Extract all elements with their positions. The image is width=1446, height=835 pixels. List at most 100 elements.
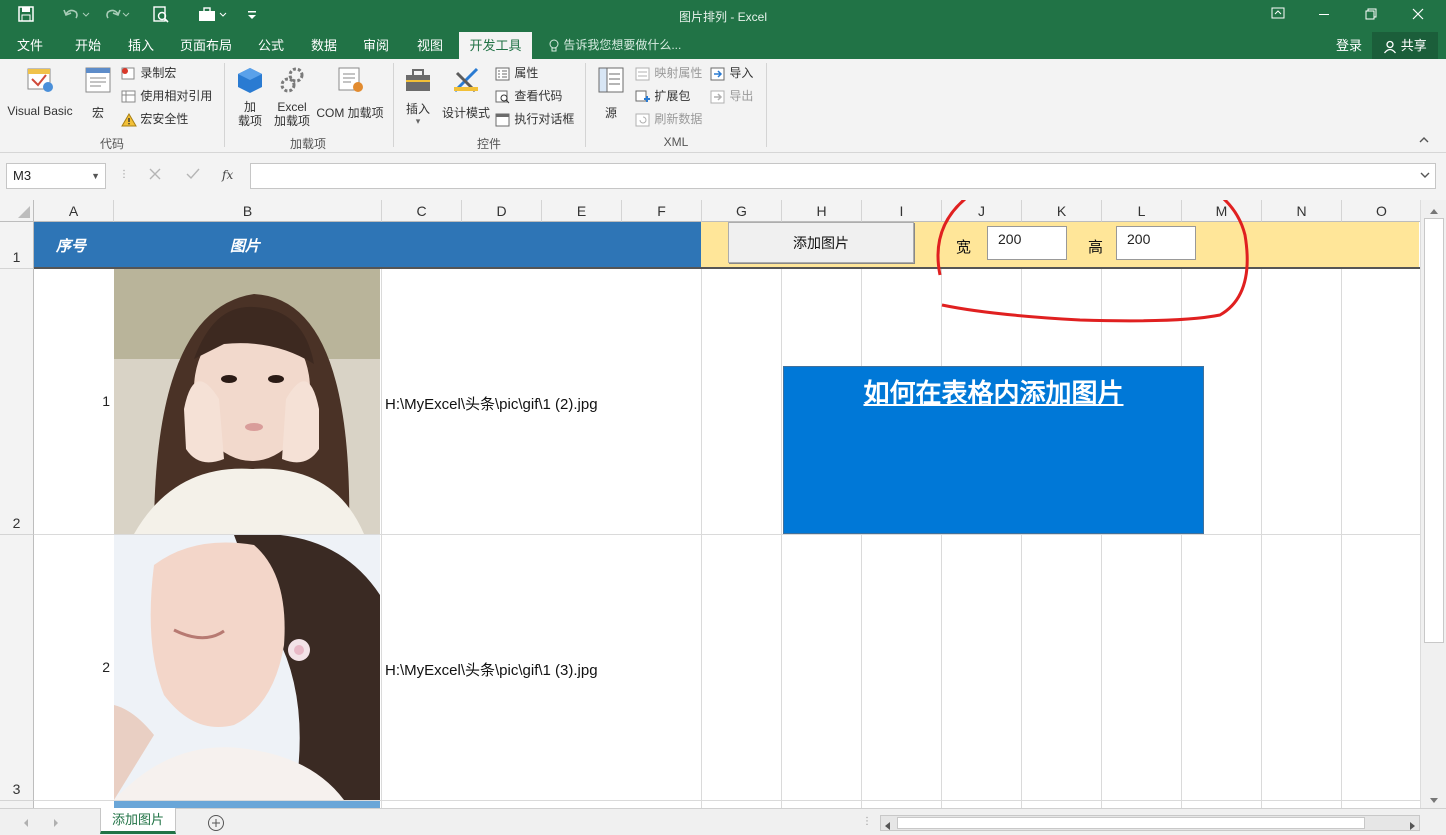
properties-icon [495, 66, 511, 81]
tab-home[interactable]: 开始 [64, 32, 112, 59]
map-properties-label: 映射属性 [654, 66, 703, 80]
worksheet-grid[interactable]: A B C D E F G H I J K L M N O 1 2 3 序号 图… [0, 200, 1420, 808]
refresh-data-button[interactable]: 刷新数据 [635, 109, 702, 129]
tab-view[interactable]: 视图 [407, 32, 453, 59]
design-mode-icon [440, 65, 492, 98]
insert-function-icon[interactable]: fx [222, 168, 233, 182]
insert-control-button[interactable]: 插入 ▾ [400, 65, 436, 126]
xml-source-button[interactable]: 源 [594, 65, 628, 121]
tab-review[interactable]: 审阅 [353, 32, 399, 59]
cancel-icon[interactable] [148, 167, 162, 184]
column-header-a[interactable]: A [34, 200, 114, 222]
portrait-photo-1[interactable] [114, 269, 380, 534]
row-index-cell: 1 [102, 393, 110, 409]
sheet-prev-icon[interactable] [22, 817, 30, 831]
select-all-corner[interactable] [0, 200, 34, 222]
column-header-b[interactable]: B [114, 200, 382, 222]
scroll-down-icon[interactable] [1429, 794, 1439, 808]
vertical-scrollbar[interactable] [1420, 200, 1446, 808]
name-box[interactable]: M3 ▼ [6, 163, 106, 189]
restore-icon[interactable] [1361, 6, 1381, 26]
export-button[interactable]: 导出 [710, 86, 753, 106]
ribbon-display-icon[interactable] [1268, 6, 1288, 26]
title-shape-text: 如何在表格内添加图片 [863, 378, 1124, 408]
record-macro-button[interactable]: 录制宏 [121, 63, 176, 83]
column-header-h[interactable]: H [782, 200, 862, 222]
column-header-f[interactable]: F [622, 200, 702, 222]
refresh-data-label: 刷新数据 [654, 112, 703, 126]
toolbox-insert-icon [400, 65, 436, 98]
import-button[interactable]: 导入 [710, 63, 753, 83]
excel-addins-label-2: 加载项 [273, 114, 310, 128]
sheet-tab-active[interactable]: 添加图片 [100, 808, 176, 834]
expansion-packs-label: 扩展包 [654, 89, 691, 103]
portrait-photo-2[interactable] [114, 535, 380, 800]
close-icon[interactable] [1408, 6, 1428, 26]
column-header-e[interactable]: E [542, 200, 622, 222]
gridline [1341, 222, 1342, 808]
scroll-right-icon[interactable] [1408, 819, 1416, 833]
column-header-g[interactable]: G [702, 200, 782, 222]
share-button[interactable]: 共享 [1372, 32, 1438, 59]
new-sheet-icon[interactable] [207, 814, 225, 835]
login-link[interactable]: 登录 [1336, 32, 1362, 59]
map-properties-icon [635, 66, 651, 81]
visual-basic-button[interactable]: Visual Basic [4, 65, 76, 118]
tell-me-text: 告诉我您想要做什么... [563, 38, 682, 52]
horizontal-scrollbar[interactable] [880, 815, 1420, 831]
design-mode-label: 设计模式 [441, 106, 490, 120]
tell-me-search[interactable]: 告诉我您想要做什么... [548, 32, 681, 59]
horizontal-scroll-thumb[interactable] [897, 817, 1365, 829]
row-header-3[interactable]: 3 [0, 535, 34, 801]
expansion-packs-button[interactable]: 扩展包 [635, 86, 690, 106]
name-box-dropdown-icon[interactable]: ▼ [91, 164, 100, 188]
header-band-blue [34, 222, 701, 268]
row-index-cell: 2 [102, 659, 110, 675]
title-shape[interactable]: 如何在表格内添加图片 [783, 366, 1204, 534]
name-box-value: M3 [13, 168, 32, 183]
row-header-4[interactable] [0, 801, 34, 808]
gridline [1261, 222, 1262, 808]
map-properties-button[interactable]: 映射属性 [635, 63, 702, 83]
dropdown-arrow-icon: ▾ [415, 116, 421, 126]
column-header-d[interactable]: D [462, 200, 542, 222]
column-header-n[interactable]: N [1262, 200, 1342, 222]
column-header-c[interactable]: C [382, 200, 462, 222]
enter-icon[interactable] [185, 167, 201, 184]
excel-addins-button[interactable]: Excel 加载项 [270, 65, 314, 128]
scroll-left-icon[interactable] [884, 819, 892, 833]
excel-addins-label-1: Excel [277, 100, 307, 114]
scroll-up-icon[interactable] [1429, 204, 1439, 218]
tab-split-grip-icon[interactable]: ⋮ [862, 816, 872, 827]
tab-file[interactable]: 文件 [6, 32, 54, 59]
row-header-1[interactable]: 1 [0, 222, 34, 269]
macros-icon [80, 65, 116, 98]
tab-data[interactable]: 数据 [301, 32, 347, 59]
formula-input[interactable] [250, 163, 1436, 189]
portrait-photo-3[interactable] [114, 801, 380, 808]
file-path-cell: H:\MyExcel\头条\pic\gif\1 (3).jpg [385, 662, 598, 679]
minimize-icon[interactable] [1314, 6, 1334, 26]
tab-developer[interactable]: 开发工具 [459, 32, 532, 59]
vertical-scroll-thumb[interactable] [1424, 218, 1444, 643]
tab-formulas[interactable]: 公式 [248, 32, 294, 59]
view-code-button[interactable]: 查看代码 [495, 86, 562, 106]
run-dialog-icon [495, 112, 511, 127]
macros-button[interactable]: 宏 [80, 65, 116, 121]
com-addins-button[interactable]: COM 加载项 [314, 65, 386, 121]
add-picture-button[interactable]: 添加图片 [728, 222, 914, 263]
design-mode-button[interactable]: 设计模式 [440, 65, 492, 121]
tab-insert[interactable]: 插入 [117, 32, 165, 59]
run-dialog-button[interactable]: 执行对话框 [495, 109, 574, 129]
addins-button[interactable]: 加载项 [232, 65, 268, 128]
collapse-ribbon-icon[interactable] [1418, 135, 1430, 148]
properties-button[interactable]: 属性 [495, 63, 538, 83]
column-header-o[interactable]: O [1342, 200, 1420, 222]
import-icon [710, 66, 726, 81]
sheet-next-icon[interactable] [52, 817, 60, 831]
tab-page-layout[interactable]: 页面布局 [172, 32, 240, 59]
macro-security-button[interactable]: 宏安全性 [121, 109, 188, 129]
relative-reference-button[interactable]: 使用相对引用 [121, 86, 212, 106]
expand-formula-icon[interactable] [1419, 169, 1431, 184]
row-header-2[interactable]: 2 [0, 269, 34, 535]
